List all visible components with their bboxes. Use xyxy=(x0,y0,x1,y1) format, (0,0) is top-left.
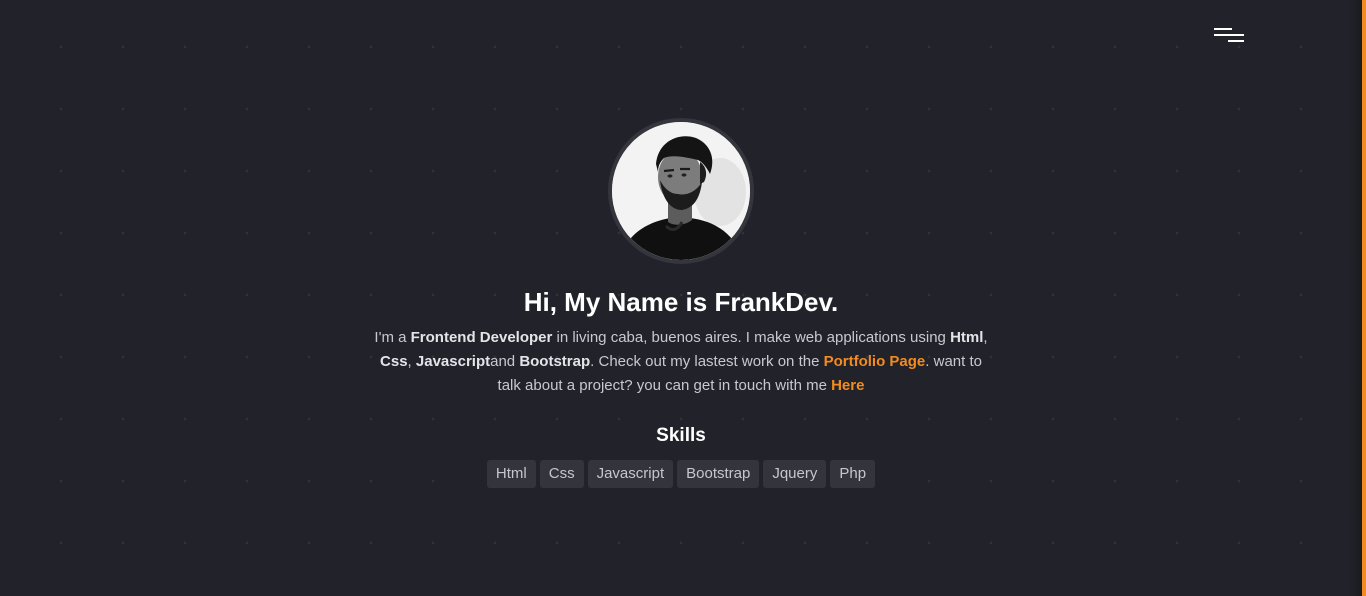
menu-bar-middle xyxy=(1214,34,1244,36)
hero-section: Hi, My Name is FrankDev. I'm a Frontend … xyxy=(0,118,1362,488)
skill-badge: Html xyxy=(486,460,536,488)
separator: , xyxy=(983,329,988,346)
menu-icon[interactable] xyxy=(1212,28,1246,50)
tech-html: Html xyxy=(950,329,984,346)
skills-heading: Skills xyxy=(656,425,706,446)
menu-bar-top xyxy=(1214,28,1232,30)
intro-text: and xyxy=(490,353,520,370)
portfolio-link[interactable]: Portfolio Page xyxy=(824,353,926,370)
tech-bootstrap: Bootstrap xyxy=(519,353,591,370)
tech-javascript: Javascript xyxy=(415,353,491,370)
profile-photo-icon xyxy=(612,122,750,260)
page-title: Hi, My Name is FrankDev. xyxy=(523,287,839,317)
skill-badge: Javascript xyxy=(587,460,674,488)
tech-css: Css xyxy=(380,353,408,370)
intro-text: I'm a xyxy=(374,329,411,346)
role-text: Frontend Developer xyxy=(410,329,553,346)
intro-text: . Check out my lastest work on the xyxy=(590,353,824,370)
right-accent-bar xyxy=(1362,0,1366,596)
skill-badge: Bootstrap xyxy=(677,460,760,488)
separator: , xyxy=(407,353,416,370)
profile-avatar xyxy=(608,118,754,264)
skill-badge: Css xyxy=(539,460,584,488)
intro-paragraph: I'm a Frontend Developer in living caba,… xyxy=(371,326,991,398)
intro-text: in living caba, buenos aires. I make web… xyxy=(552,329,951,346)
contact-link[interactable]: Here xyxy=(831,377,864,394)
skills-list: Html Css Javascript Bootstrap Jquery Php xyxy=(0,460,1362,488)
menu-bar-bottom xyxy=(1228,40,1244,42)
skill-badge: Php xyxy=(830,460,876,488)
skill-badge: Jquery xyxy=(763,460,827,488)
